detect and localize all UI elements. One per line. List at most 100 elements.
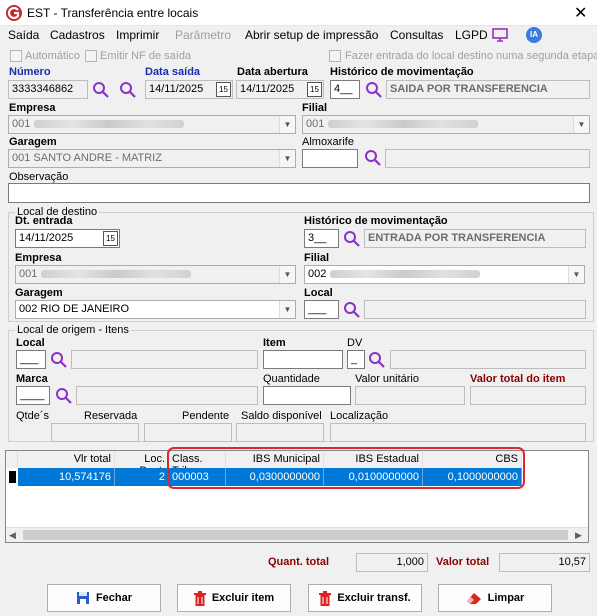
dt-entrada-field[interactable]: 14/11/2025 15 <box>15 229 120 248</box>
search-marca-icon[interactable] <box>55 387 73 405</box>
calendar-icon[interactable]: 15 <box>103 231 118 246</box>
close-icon[interactable]: ✕ <box>574 3 587 23</box>
qtdes-label: Qtde´s <box>16 410 50 422</box>
numero-field[interactable]: 3333346862 <box>8 80 88 99</box>
saldo-label: Saldo disponível <box>241 410 322 422</box>
scroll-right-icon[interactable]: ▶ <box>575 530 582 541</box>
menu-cadastros[interactable]: Cadastros <box>50 28 105 42</box>
search-numero-2-icon[interactable] <box>119 81 137 99</box>
scroll-left-icon[interactable]: ◀ <box>9 530 16 541</box>
quantidade-field[interactable] <box>263 386 351 405</box>
highlight-box <box>167 447 525 489</box>
dest-garagem-value: 002 RIO DE JANEIRO <box>19 303 130 315</box>
calendar-icon[interactable]: 15 <box>216 82 231 97</box>
chevron-down-icon[interactable]: ▼ <box>279 150 295 167</box>
dest-filial-value: 002 <box>308 268 327 280</box>
item-field[interactable] <box>263 350 343 369</box>
menu-bar: Saída Cadastros Imprimir Parâmetro Abrir… <box>0 27 597 45</box>
menu-parametro: Parâmetro <box>175 28 232 42</box>
horizontal-scrollbar[interactable]: ◀ ▶ <box>6 527 588 542</box>
valor-total-label: Valor total <box>436 556 490 568</box>
fazer-entrada-checkbox[interactable] <box>329 50 341 62</box>
dest-local-label: Local <box>304 287 333 299</box>
origem-group-title: Local de origem - Itens <box>15 324 131 336</box>
cell-loc-dest: 2 <box>115 468 169 486</box>
menu-saida[interactable]: Saída <box>8 28 39 42</box>
chevron-down-icon[interactable]: ▼ <box>279 116 295 133</box>
scroll-thumb[interactable] <box>23 530 568 540</box>
title-bar: EST - Transferência entre locais ✕ <box>0 0 597 26</box>
garagem-value: 001 SANTO ANDRE - MATRIZ <box>12 152 162 164</box>
col-loc-dest[interactable]: Loc. Dest. <box>115 451 169 477</box>
valor-total-item-label: Valor total do item <box>470 373 566 385</box>
monitor-icon[interactable] <box>492 28 508 43</box>
search-numero-icon[interactable] <box>92 81 110 99</box>
saldo-field <box>236 423 324 442</box>
fechar-label: Fechar <box>95 592 133 604</box>
limpar-button[interactable]: Limpar <box>438 584 552 612</box>
search-dest-local-icon[interactable] <box>343 301 361 319</box>
dest-garagem-select[interactable]: 002 RIO DE JANEIRO ▼ <box>15 300 296 319</box>
dest-local-field[interactable]: ___ <box>304 300 339 319</box>
data-saida-label: Data saída <box>145 66 201 78</box>
filial-select[interactable]: 001 ▼ <box>302 115 590 134</box>
historico-code-field[interactable]: 4__ <box>330 80 360 99</box>
cell-vlr-total: 10,574176 <box>18 468 115 486</box>
grid-header-indicator <box>6 451 18 468</box>
excluir-item-button[interactable]: Excluir item <box>177 584 291 612</box>
dv-field[interactable]: _ <box>347 350 365 369</box>
search-origem-local-icon[interactable] <box>50 351 68 369</box>
data-saida-field[interactable]: 14/11/2025 15 <box>145 80 233 99</box>
quant-total-field: 1,000 <box>356 553 428 572</box>
current-row-marker <box>9 471 16 483</box>
garagem-select[interactable]: 001 SANTO ANDRE - MATRIZ ▼ <box>8 149 296 168</box>
search-dest-historico-icon[interactable] <box>343 230 361 248</box>
emitir-nf-checkbox[interactable] <box>85 50 97 62</box>
data-abertura-field[interactable]: 14/11/2025 15 <box>236 80 324 99</box>
reservada-label: Reservada <box>84 410 138 422</box>
ia-icon[interactable]: IA <box>526 27 542 43</box>
quantidade-label: Quantidade <box>263 373 320 385</box>
menu-abrir-setup[interactable]: Abrir setup de impressão <box>245 28 378 42</box>
excluir-transf-button[interactable]: Excluir transf. <box>308 584 422 612</box>
menu-lgpd[interactable]: LGPD <box>455 28 488 42</box>
menu-consultas[interactable]: Consultas <box>390 28 443 42</box>
calendar-icon[interactable]: 15 <box>307 82 322 97</box>
trash-icon <box>193 590 206 606</box>
chevron-down-icon[interactable]: ▼ <box>568 266 584 283</box>
observacao-field[interactable] <box>8 183 590 203</box>
valor-total-field: 10,57 <box>499 553 590 572</box>
fechar-button[interactable]: Fechar <box>47 584 161 612</box>
dest-filial-select[interactable]: 002 ▼ <box>304 265 585 284</box>
dest-empresa-select[interactable]: 001 ▼ <box>15 265 296 284</box>
numero-label: Número <box>9 66 51 78</box>
app-logo-icon <box>6 5 22 21</box>
empresa-select[interactable]: 001 ▼ <box>8 115 296 134</box>
search-item-icon[interactable] <box>368 351 386 369</box>
historico-label: Histórico de movimentação <box>330 66 474 78</box>
item-desc-field <box>390 350 586 369</box>
marca-field[interactable]: ____ <box>16 386 50 405</box>
dest-empresa-label: Empresa <box>15 252 62 264</box>
automatico-checkbox[interactable] <box>10 50 22 62</box>
search-almoxarife-icon[interactable] <box>364 149 382 167</box>
filial-value: 001 <box>306 118 325 130</box>
data-abertura-label: Data abertura <box>237 66 308 78</box>
dest-historico-code-field[interactable]: 3__ <box>304 229 339 248</box>
quant-total-label: Quant. total <box>268 556 330 568</box>
dt-entrada-value: 14/11/2025 <box>19 232 74 244</box>
marca-label: Marca <box>16 373 48 385</box>
almoxarife-code-field[interactable] <box>302 149 358 168</box>
col-vlr-total[interactable]: Vlr total <box>18 451 115 468</box>
empresa-label: Empresa <box>9 102 56 114</box>
origem-local-field[interactable]: ___ <box>16 350 46 369</box>
menu-imprimir[interactable]: Imprimir <box>116 28 159 42</box>
origem-local-desc-field <box>71 350 258 369</box>
pendente-field <box>144 423 232 442</box>
chevron-down-icon[interactable]: ▼ <box>279 266 295 283</box>
chevron-down-icon[interactable]: ▼ <box>573 116 589 133</box>
search-historico-icon[interactable] <box>365 81 383 99</box>
almoxarife-desc-field <box>385 149 590 168</box>
chevron-down-icon[interactable]: ▼ <box>279 301 295 318</box>
dest-historico-desc-field: ENTRADA POR TRANSFERENCIA <box>364 229 586 248</box>
